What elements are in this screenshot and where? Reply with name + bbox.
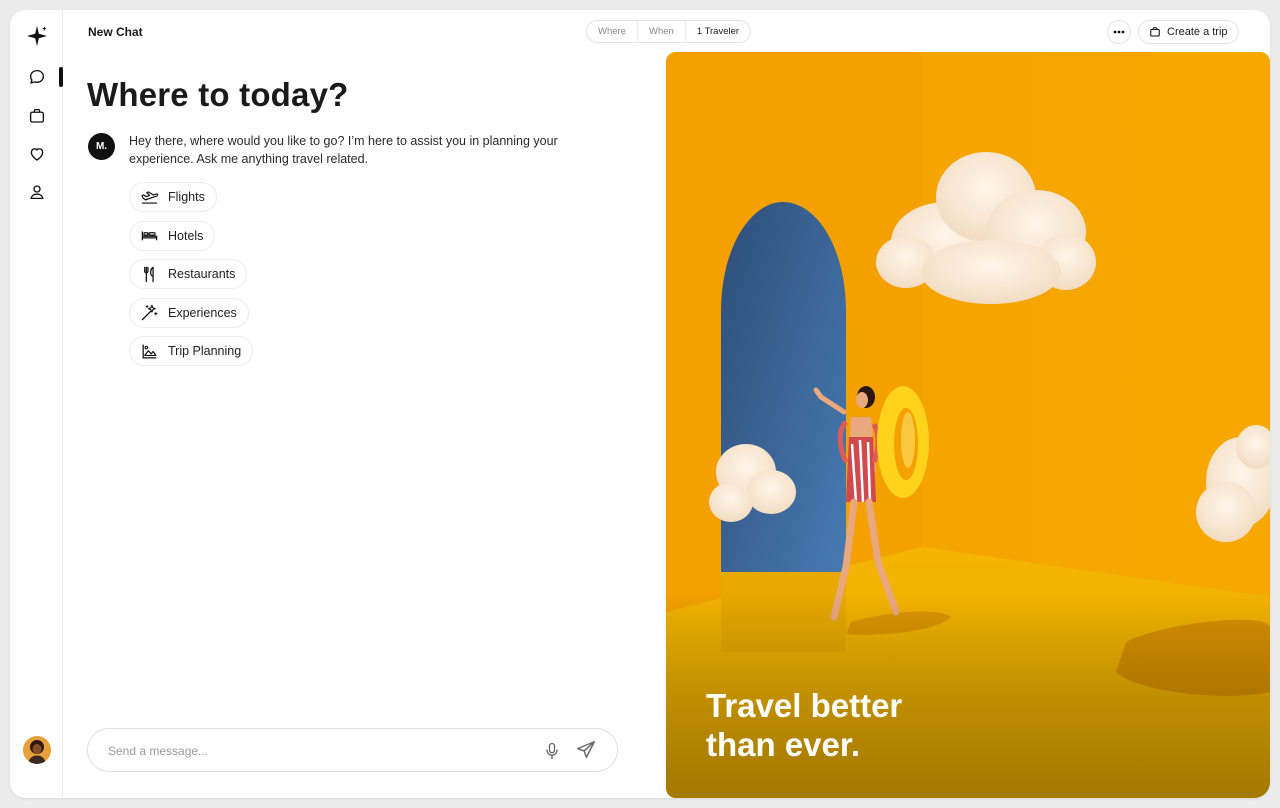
user-icon [30,185,44,200]
suggestion-label: Flights [168,190,205,204]
sidebar-item-profile[interactable] [24,179,50,205]
airplane-icon [141,190,159,204]
bed-icon [141,231,158,241]
create-trip-button[interactable]: Create a trip [1138,20,1239,44]
suggestion-experiences[interactable]: Experiences [129,297,249,328]
user-avatar[interactable] [23,736,51,764]
app-window: New Chat Where When 1 Traveler Create a … [10,10,1270,798]
magic-wand-icon [141,304,158,321]
page-title: New Chat [88,25,143,39]
main-heading: Where to today? [87,76,349,113]
sidebar-item-saved[interactable] [24,141,50,167]
briefcase-icon [1150,27,1160,37]
ellipsis-icon [1113,30,1125,34]
mountain-map-icon [142,344,157,358]
suggestion-hotels[interactable]: Hotels [129,220,216,251]
message-composer [87,728,618,772]
utensils-icon [144,266,154,282]
active-nav-indicator [59,67,63,87]
sidebar-item-chat[interactable] [24,64,50,90]
sparkle-logo-icon[interactable] [26,25,48,47]
sidebar [10,10,63,798]
chat-bubble-icon [29,69,45,84]
suggestion-label: Trip Planning [168,344,242,358]
hero-caption-line-1: Travel better [706,687,903,724]
create-trip-label: Create a trip [1167,26,1228,38]
hero-caption-line-2: than ever. [706,726,861,763]
message-input[interactable] [108,741,508,761]
sidebar-item-trips[interactable] [24,103,50,129]
microphone-icon[interactable] [542,740,562,762]
suggestion-trip-planning[interactable]: Trip Planning [129,336,254,366]
assistant-avatar: M. [88,133,115,160]
suggestion-restaurants[interactable]: Restaurants [129,259,248,289]
heart-icon [30,148,44,161]
hero-caption: Travel better than ever. [706,686,902,764]
more-options-button[interactable] [1107,20,1131,44]
suggestion-flights[interactable]: Flights [129,182,217,212]
assistant-message: Hey there, where would you like to go? I… [129,134,558,166]
trip-filter-bar: Where When 1 Traveler [586,20,752,43]
suggestion-label: Experiences [168,305,237,320]
hero-image-panel: Travel better than ever. [666,52,1270,798]
send-icon[interactable] [575,739,597,761]
filter-travelers[interactable]: 1 Traveler [686,21,750,42]
briefcase-icon [29,108,45,123]
suggestion-list: Flights Hotels Restaurants Experiences T… [129,182,254,375]
suggestion-label: Hotels [168,228,204,243]
suggestion-label: Restaurants [168,267,236,281]
filter-where[interactable]: Where [587,21,638,42]
filter-when[interactable]: When [638,21,686,42]
